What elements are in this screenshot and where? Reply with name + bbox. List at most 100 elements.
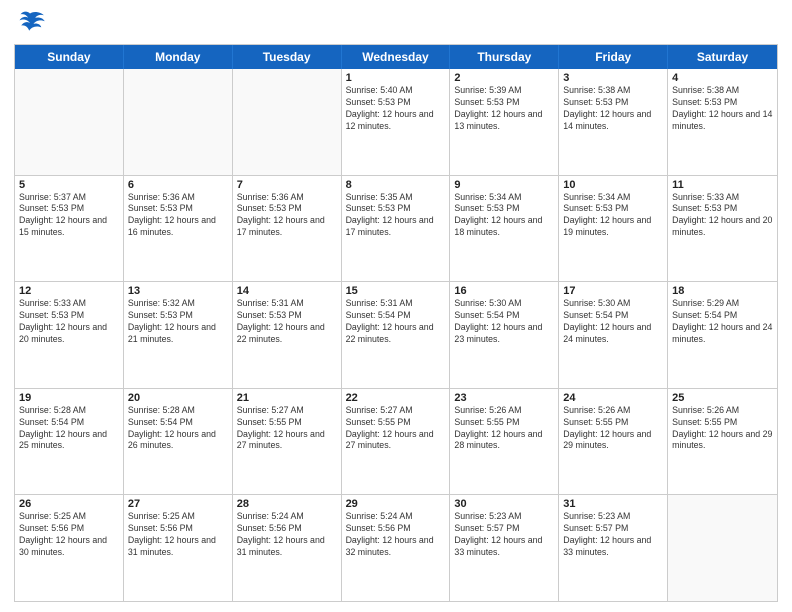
day-info: Sunrise: 5:23 AM Sunset: 5:57 PM Dayligh…: [454, 511, 554, 559]
day-info: Sunrise: 5:28 AM Sunset: 5:54 PM Dayligh…: [128, 405, 228, 453]
day-number: 24: [563, 392, 663, 404]
calendar-cell: 30Sunrise: 5:23 AM Sunset: 5:57 PM Dayli…: [450, 495, 559, 601]
day-number: 9: [454, 179, 554, 191]
day-number: 12: [19, 285, 119, 297]
day-info: Sunrise: 5:40 AM Sunset: 5:53 PM Dayligh…: [346, 85, 446, 133]
calendar-cell: 27Sunrise: 5:25 AM Sunset: 5:56 PM Dayli…: [124, 495, 233, 601]
day-number: 5: [19, 179, 119, 191]
day-number: 26: [19, 498, 119, 510]
header-day-tuesday: Tuesday: [233, 45, 342, 69]
day-info: Sunrise: 5:25 AM Sunset: 5:56 PM Dayligh…: [19, 511, 119, 559]
page: SundayMondayTuesdayWednesdayThursdayFrid…: [0, 0, 792, 612]
calendar-cell: 25Sunrise: 5:26 AM Sunset: 5:55 PM Dayli…: [668, 389, 777, 495]
day-number: 16: [454, 285, 554, 297]
day-number: 31: [563, 498, 663, 510]
day-info: Sunrise: 5:26 AM Sunset: 5:55 PM Dayligh…: [563, 405, 663, 453]
header-day-saturday: Saturday: [668, 45, 777, 69]
day-info: Sunrise: 5:30 AM Sunset: 5:54 PM Dayligh…: [454, 298, 554, 346]
calendar-cell: 8Sunrise: 5:35 AM Sunset: 5:53 PM Daylig…: [342, 176, 451, 282]
day-number: 14: [237, 285, 337, 297]
calendar-cell: 11Sunrise: 5:33 AM Sunset: 5:53 PM Dayli…: [668, 176, 777, 282]
day-info: Sunrise: 5:24 AM Sunset: 5:56 PM Dayligh…: [346, 511, 446, 559]
day-number: 19: [19, 392, 119, 404]
day-info: Sunrise: 5:27 AM Sunset: 5:55 PM Dayligh…: [237, 405, 337, 453]
calendar-cell: 5Sunrise: 5:37 AM Sunset: 5:53 PM Daylig…: [15, 176, 124, 282]
calendar-cell: 17Sunrise: 5:30 AM Sunset: 5:54 PM Dayli…: [559, 282, 668, 388]
calendar-cell: 29Sunrise: 5:24 AM Sunset: 5:56 PM Dayli…: [342, 495, 451, 601]
day-number: 30: [454, 498, 554, 510]
header-day-monday: Monday: [124, 45, 233, 69]
calendar-row-5: 26Sunrise: 5:25 AM Sunset: 5:56 PM Dayli…: [15, 495, 777, 601]
calendar-cell: 23Sunrise: 5:26 AM Sunset: 5:55 PM Dayli…: [450, 389, 559, 495]
day-number: 13: [128, 285, 228, 297]
calendar-row-2: 5Sunrise: 5:37 AM Sunset: 5:53 PM Daylig…: [15, 176, 777, 283]
day-number: 22: [346, 392, 446, 404]
calendar-cell: [233, 69, 342, 175]
day-info: Sunrise: 5:26 AM Sunset: 5:55 PM Dayligh…: [454, 405, 554, 453]
calendar-cell: 28Sunrise: 5:24 AM Sunset: 5:56 PM Dayli…: [233, 495, 342, 601]
day-info: Sunrise: 5:38 AM Sunset: 5:53 PM Dayligh…: [563, 85, 663, 133]
calendar-cell: 6Sunrise: 5:36 AM Sunset: 5:53 PM Daylig…: [124, 176, 233, 282]
day-info: Sunrise: 5:39 AM Sunset: 5:53 PM Dayligh…: [454, 85, 554, 133]
day-info: Sunrise: 5:29 AM Sunset: 5:54 PM Dayligh…: [672, 298, 773, 346]
calendar-cell: 19Sunrise: 5:28 AM Sunset: 5:54 PM Dayli…: [15, 389, 124, 495]
calendar-cell: 21Sunrise: 5:27 AM Sunset: 5:55 PM Dayli…: [233, 389, 342, 495]
logo-icon: [14, 10, 46, 36]
calendar-cell: 10Sunrise: 5:34 AM Sunset: 5:53 PM Dayli…: [559, 176, 668, 282]
day-number: 29: [346, 498, 446, 510]
calendar-cell: 20Sunrise: 5:28 AM Sunset: 5:54 PM Dayli…: [124, 389, 233, 495]
day-number: 4: [672, 72, 773, 84]
calendar-cell: [15, 69, 124, 175]
logo: [14, 10, 48, 36]
day-number: 15: [346, 285, 446, 297]
calendar-row-3: 12Sunrise: 5:33 AM Sunset: 5:53 PM Dayli…: [15, 282, 777, 389]
day-info: Sunrise: 5:28 AM Sunset: 5:54 PM Dayligh…: [19, 405, 119, 453]
day-number: 2: [454, 72, 554, 84]
day-info: Sunrise: 5:27 AM Sunset: 5:55 PM Dayligh…: [346, 405, 446, 453]
calendar: SundayMondayTuesdayWednesdayThursdayFrid…: [14, 44, 778, 602]
calendar-cell: 15Sunrise: 5:31 AM Sunset: 5:54 PM Dayli…: [342, 282, 451, 388]
header-day-thursday: Thursday: [450, 45, 559, 69]
calendar-cell: 7Sunrise: 5:36 AM Sunset: 5:53 PM Daylig…: [233, 176, 342, 282]
day-info: Sunrise: 5:31 AM Sunset: 5:53 PM Dayligh…: [237, 298, 337, 346]
day-info: Sunrise: 5:36 AM Sunset: 5:53 PM Dayligh…: [237, 192, 337, 240]
calendar-cell: 2Sunrise: 5:39 AM Sunset: 5:53 PM Daylig…: [450, 69, 559, 175]
day-number: 7: [237, 179, 337, 191]
calendar-cell: 18Sunrise: 5:29 AM Sunset: 5:54 PM Dayli…: [668, 282, 777, 388]
calendar-cell: 3Sunrise: 5:38 AM Sunset: 5:53 PM Daylig…: [559, 69, 668, 175]
calendar-cell: 31Sunrise: 5:23 AM Sunset: 5:57 PM Dayli…: [559, 495, 668, 601]
day-number: 1: [346, 72, 446, 84]
day-number: 10: [563, 179, 663, 191]
header-day-friday: Friday: [559, 45, 668, 69]
calendar-cell: 14Sunrise: 5:31 AM Sunset: 5:53 PM Dayli…: [233, 282, 342, 388]
day-number: 18: [672, 285, 773, 297]
calendar-cell: 4Sunrise: 5:38 AM Sunset: 5:53 PM Daylig…: [668, 69, 777, 175]
day-number: 3: [563, 72, 663, 84]
day-number: 23: [454, 392, 554, 404]
day-info: Sunrise: 5:37 AM Sunset: 5:53 PM Dayligh…: [19, 192, 119, 240]
calendar-cell: 1Sunrise: 5:40 AM Sunset: 5:53 PM Daylig…: [342, 69, 451, 175]
day-info: Sunrise: 5:35 AM Sunset: 5:53 PM Dayligh…: [346, 192, 446, 240]
calendar-row-1: 1Sunrise: 5:40 AM Sunset: 5:53 PM Daylig…: [15, 69, 777, 176]
day-info: Sunrise: 5:34 AM Sunset: 5:53 PM Dayligh…: [454, 192, 554, 240]
day-number: 6: [128, 179, 228, 191]
day-info: Sunrise: 5:36 AM Sunset: 5:53 PM Dayligh…: [128, 192, 228, 240]
day-number: 25: [672, 392, 773, 404]
day-number: 8: [346, 179, 446, 191]
day-info: Sunrise: 5:34 AM Sunset: 5:53 PM Dayligh…: [563, 192, 663, 240]
calendar-cell: [124, 69, 233, 175]
day-info: Sunrise: 5:32 AM Sunset: 5:53 PM Dayligh…: [128, 298, 228, 346]
day-info: Sunrise: 5:25 AM Sunset: 5:56 PM Dayligh…: [128, 511, 228, 559]
calendar-body: 1Sunrise: 5:40 AM Sunset: 5:53 PM Daylig…: [15, 69, 777, 601]
day-info: Sunrise: 5:38 AM Sunset: 5:53 PM Dayligh…: [672, 85, 773, 133]
calendar-cell: 22Sunrise: 5:27 AM Sunset: 5:55 PM Dayli…: [342, 389, 451, 495]
header-day-sunday: Sunday: [15, 45, 124, 69]
day-info: Sunrise: 5:26 AM Sunset: 5:55 PM Dayligh…: [672, 405, 773, 453]
header-day-wednesday: Wednesday: [342, 45, 451, 69]
day-info: Sunrise: 5:24 AM Sunset: 5:56 PM Dayligh…: [237, 511, 337, 559]
day-info: Sunrise: 5:33 AM Sunset: 5:53 PM Dayligh…: [672, 192, 773, 240]
day-number: 11: [672, 179, 773, 191]
day-info: Sunrise: 5:30 AM Sunset: 5:54 PM Dayligh…: [563, 298, 663, 346]
day-number: 27: [128, 498, 228, 510]
calendar-cell: 24Sunrise: 5:26 AM Sunset: 5:55 PM Dayli…: [559, 389, 668, 495]
